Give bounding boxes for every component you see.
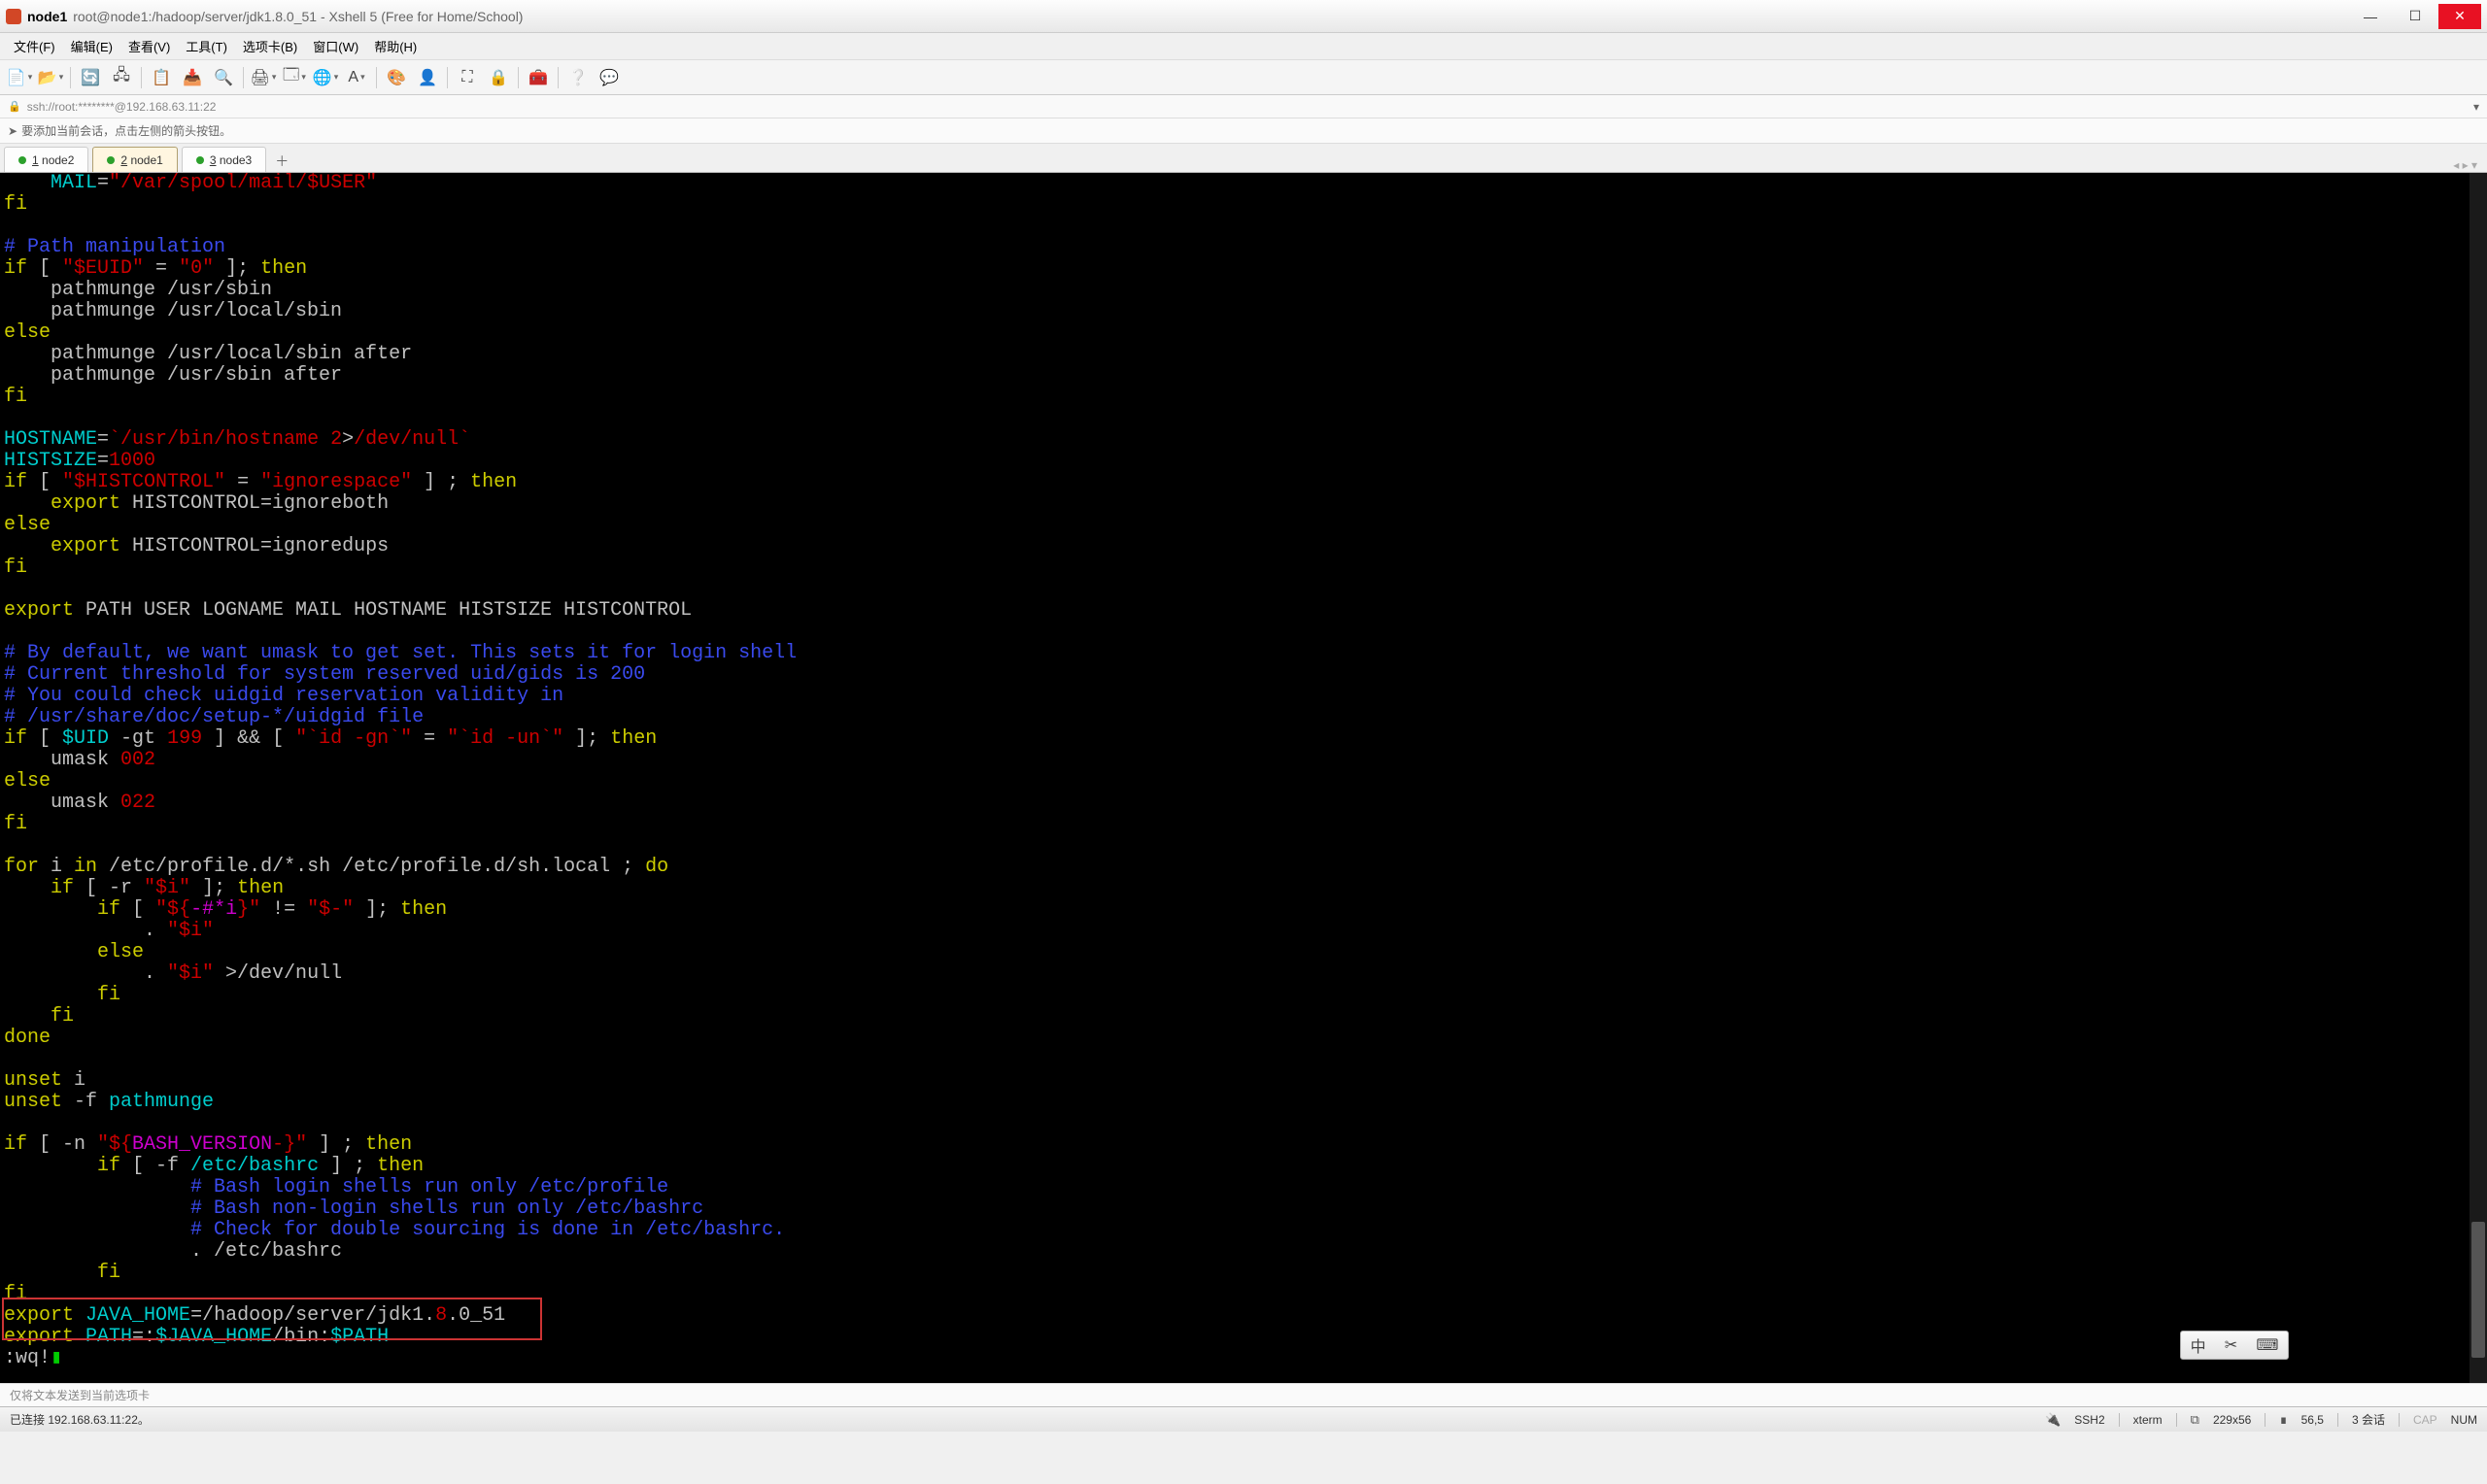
maximize-button[interactable]: ☐ (2394, 4, 2436, 29)
status-term: xterm (2133, 1413, 2163, 1427)
tab-node1[interactable]: 2 node1 (92, 147, 177, 172)
menu-edit[interactable]: 编辑(E) (63, 33, 120, 59)
window-title: node1 (27, 9, 67, 24)
user-button[interactable]: 👤 (414, 64, 441, 91)
ime-widget[interactable]: 中 ✂ ⌨ (2180, 1331, 2289, 1360)
toolbox-button[interactable]: 🧰 (525, 64, 552, 91)
status-bar: 已连接 192.168.63.11:22。 🔌 SSH2 xterm ⧉ 229… (0, 1406, 2487, 1432)
session-tabs: 1 node2 2 node1 3 node3 ＋ ◂ ▸ ▾ (0, 144, 2487, 173)
bottom-hint-text: 仅将文本发送到当前选项卡 (10, 1387, 150, 1403)
copy-button[interactable]: 📋 (148, 64, 175, 91)
bottom-hint: 仅将文本发送到当前选项卡 (0, 1383, 2487, 1406)
properties-button[interactable]: 🗔 (281, 64, 308, 91)
address-bar[interactable]: 🔒 ssh://root:********@192.168.63.11:22 ▾ (0, 95, 2487, 118)
tab-node3[interactable]: 3 node3 (182, 147, 266, 172)
helper-text: 要添加当前会话，点击左侧的箭头按钮。 (21, 122, 231, 139)
fullscreen-button[interactable]: ⛶ (454, 64, 481, 91)
status-cap: CAP (2413, 1413, 2437, 1427)
menu-help[interactable]: 帮助(H) (366, 33, 425, 59)
cursor-icon: ∎ (2279, 1412, 2287, 1428)
terminal[interactable]: MAIL="/var/spool/mail/$USER"fi # Path ma… (0, 173, 2487, 1383)
lock-button[interactable]: 🔒 (485, 64, 512, 91)
tab-menu-icon[interactable]: ◂ ▸ ▾ (2453, 158, 2477, 172)
status-sessions: 3 会话 (2352, 1411, 2385, 1428)
status-connection: 已连接 192.168.63.11:22。 (10, 1411, 150, 1428)
status-dot-icon (107, 156, 115, 164)
window-subtitle: root@node1:/hadoop/server/jdk1.8.0_51 - … (73, 9, 523, 24)
status-ssh: SSH2 (2074, 1413, 2104, 1427)
disconnect-button[interactable]: 🖧 (108, 64, 135, 91)
app-icon (6, 9, 21, 24)
menu-view[interactable]: 查看(V) (120, 33, 178, 59)
status-dot-icon (196, 156, 204, 164)
status-cursor: 56,5 (2301, 1413, 2324, 1427)
status-num: NUM (2451, 1413, 2477, 1427)
lock-icon: 🔒 (8, 100, 21, 113)
terminal-scrollbar[interactable] (2470, 173, 2487, 1383)
helper-bar: ➤ 要添加当前会话，点击左侧的箭头按钮。 (0, 118, 2487, 144)
lang-button[interactable]: 🌐 (312, 64, 339, 91)
help-button[interactable]: ❔ (564, 64, 592, 91)
title-bar: node1 root@node1:/hadoop/server/jdk1.8.0… (0, 0, 2487, 33)
minimize-button[interactable]: — (2349, 4, 2392, 29)
print-button[interactable]: 🖨 (250, 64, 277, 91)
find-button[interactable]: 🔍 (210, 64, 237, 91)
toolbar: 📄 📂 🔄 🖧 📋 📥 🔍 🖨 🗔 🌐 A 🎨 👤 ⛶ 🔒 🧰 ❔ 💬 (0, 60, 2487, 95)
open-button[interactable]: 📂 (37, 64, 64, 91)
ime-keyboard-icon[interactable]: ⌨ (2256, 1335, 2278, 1355)
color-button[interactable]: 🎨 (383, 64, 410, 91)
address-dropdown-icon[interactable]: ▾ (2473, 100, 2479, 114)
ime-mode[interactable]: 中 (2191, 1333, 2206, 1357)
close-button[interactable]: ✕ (2438, 4, 2481, 29)
menu-bar: 文件(F) 编辑(E) 查看(V) 工具(T) 选项卡(B) 窗口(W) 帮助(… (0, 33, 2487, 60)
menu-tabs[interactable]: 选项卡(B) (235, 33, 305, 59)
menu-file[interactable]: 文件(F) (6, 33, 63, 59)
paste-button[interactable]: 📥 (179, 64, 206, 91)
reconnect-button[interactable]: 🔄 (77, 64, 104, 91)
helper-arrow-icon[interactable]: ➤ (8, 124, 17, 138)
chat-button[interactable]: 💬 (596, 64, 623, 91)
status-dot-icon (18, 156, 26, 164)
address-text: ssh://root:********@192.168.63.11:22 (27, 100, 217, 114)
status-size: 229x56 (2213, 1413, 2251, 1427)
size-icon: ⧉ (2191, 1412, 2199, 1428)
menu-window[interactable]: 窗口(W) (305, 33, 366, 59)
ssh-icon: 🔌 (2045, 1412, 2061, 1428)
new-session-button[interactable]: 📄 (6, 64, 33, 91)
new-tab-button[interactable]: ＋ (270, 151, 293, 172)
tab-node2[interactable]: 1 node2 (4, 147, 88, 172)
font-button[interactable]: A (343, 64, 370, 91)
menu-tools[interactable]: 工具(T) (178, 33, 235, 59)
ime-tool-icon[interactable]: ✂ (2225, 1335, 2237, 1355)
